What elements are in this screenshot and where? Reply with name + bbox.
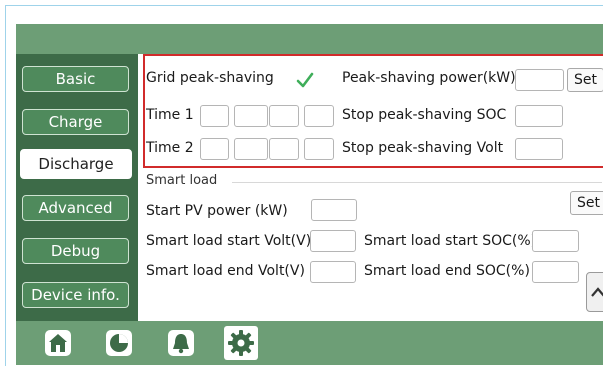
smart-load-section-title: Smart load (146, 173, 218, 188)
bell-icon (168, 330, 194, 356)
stop-soc-label: Stop peak-shaving SOC (342, 107, 507, 123)
time2-end-minute[interactable] (304, 138, 334, 160)
chevron-up-icon (591, 287, 603, 297)
sidebar-item-discharge[interactable]: Discharge (20, 149, 132, 179)
smart-load-start-volt-label: Smart load start Volt(V) (146, 233, 312, 249)
sidebar-item-basic[interactable]: Basic (22, 66, 129, 92)
smart-load-start-soc-input[interactable] (532, 230, 579, 252)
time1-end-hour[interactable] (269, 105, 299, 127)
checkmark-icon (296, 72, 314, 88)
sidebar-item-charge[interactable]: Charge (22, 109, 129, 135)
smart-load-end-volt-label: Smart load end Volt(V) (146, 263, 305, 279)
smart-load-divider (232, 182, 602, 183)
gear-icon (228, 330, 254, 356)
top-bar (16, 24, 603, 54)
time2-start-minute[interactable] (234, 138, 268, 160)
smart-load-end-soc-label: Smart load end SOC(%) (364, 263, 530, 279)
smart-load-end-soc-input[interactable] (532, 261, 579, 283)
time1-start-hour[interactable] (200, 105, 229, 127)
nav-settings[interactable] (224, 326, 258, 360)
home-icon (45, 330, 71, 356)
time1-end-minute[interactable] (304, 105, 334, 127)
time2-start-hour[interactable] (200, 138, 229, 160)
pie-chart-icon (106, 330, 132, 356)
smart-load-start-volt-input[interactable] (310, 230, 356, 252)
stop-soc-input[interactable] (515, 105, 563, 127)
smart-load-set-button[interactable]: Set (570, 191, 603, 215)
smart-load-start-soc-label: Smart load start SOC(%) (364, 233, 537, 249)
time1-start-minute[interactable] (234, 105, 268, 127)
sidebar-item-advanced[interactable]: Advanced (22, 195, 129, 221)
scroll-up-button[interactable] (586, 272, 603, 312)
peak-set-button[interactable]: Set (567, 68, 603, 92)
smart-load-end-volt-input[interactable] (310, 261, 356, 283)
nav-home[interactable] (41, 326, 75, 360)
sidebar: Basic Charge Discharge Advanced Debug De… (16, 54, 138, 321)
sidebar-item-debug[interactable]: Debug (22, 238, 129, 264)
grid-peak-shaving-checkbox[interactable] (295, 70, 315, 90)
nav-statistics[interactable] (102, 326, 136, 360)
stop-volt-input[interactable] (515, 138, 563, 160)
nav-alarms[interactable] (164, 326, 198, 360)
time2-end-hour[interactable] (269, 138, 299, 160)
peak-shaving-power-label: Peak-shaving power(kW) (342, 70, 516, 86)
start-pv-power-input[interactable] (311, 199, 357, 221)
stop-volt-label: Stop peak-shaving Volt (342, 140, 504, 156)
time1-label: Time 1 (146, 107, 194, 123)
peak-shaving-power-input[interactable] (515, 69, 564, 91)
grid-peak-shaving-label: Grid peak-shaving (146, 70, 274, 86)
time2-label: Time 2 (146, 140, 194, 156)
start-pv-power-label: Start PV power (kW) (146, 203, 288, 219)
sidebar-item-device-info[interactable]: Device info. (22, 282, 129, 308)
